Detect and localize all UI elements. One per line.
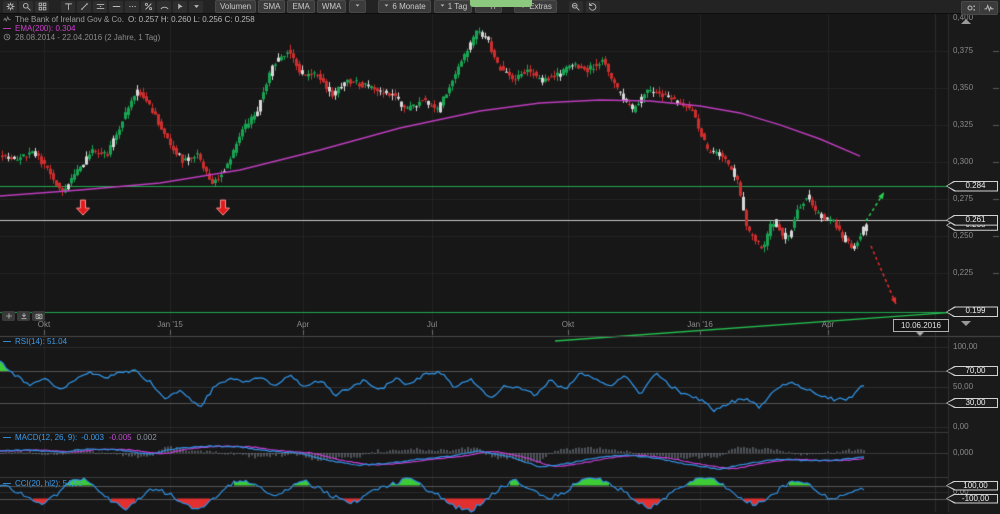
- indicator-button-ema[interactable]: EMA: [287, 0, 314, 13]
- ohlc-values: O: 0.257 H: 0.260 L: 0.256 C: 0.258: [128, 16, 255, 24]
- more-dots-tool-icon: [128, 0, 137, 16]
- extras-label: Extras: [529, 2, 552, 12]
- caret-down-button[interactable]: [189, 1, 203, 13]
- search-button[interactable]: [19, 1, 33, 13]
- rsi-legend-text: RSI(14): 51.04: [15, 337, 67, 346]
- time-axis-label: Okt: [562, 320, 574, 329]
- axis-scroll-up-icon[interactable]: [961, 19, 971, 24]
- price-level-tag[interactable]: 0.284: [946, 181, 998, 192]
- timeframe-button[interactable]: 6 Monate: [378, 0, 430, 13]
- download-button[interactable]: [17, 311, 30, 321]
- price-axis-label: 100,00: [953, 343, 993, 351]
- time-axis-label: Apr: [297, 320, 309, 329]
- chart-legend: The Bank of Ireland Gov & Co. O: 0.257 H…: [3, 16, 255, 43]
- price-axis-label: 0,400: [953, 14, 993, 22]
- text-tool-button[interactable]: [61, 1, 75, 13]
- interval-button[interactable]: 1 Tag: [434, 0, 472, 13]
- chart-settings-button[interactable]: [961, 1, 980, 15]
- price-level-tag-text: 0.284: [955, 181, 996, 192]
- notification-popup[interactable]: [470, 0, 532, 7]
- gear-icon: [6, 0, 15, 16]
- axis-scroll-down-icon[interactable]: [961, 321, 971, 326]
- ema-legend: EMA(200): 0.304: [15, 25, 75, 33]
- undo-button[interactable]: [586, 1, 600, 13]
- rsi-level-tag-text: 30,00: [955, 398, 996, 408]
- macd-value-0: -0.003: [81, 433, 104, 442]
- search-icon: [22, 0, 31, 16]
- grid-button[interactable]: [35, 1, 49, 13]
- indicator-button-volumen[interactable]: Volumen: [215, 0, 256, 13]
- snapshot-button[interactable]: [32, 311, 45, 321]
- price-axis-label: 0,350: [953, 84, 993, 92]
- fib-tool-icon: [96, 0, 105, 16]
- time-axis-label: Jan '15: [157, 320, 183, 329]
- indicator-button-sma[interactable]: SMA: [258, 0, 285, 13]
- price-level-tag[interactable]: 0.199: [946, 306, 998, 317]
- caret-down-icon: [192, 0, 201, 16]
- cci-legend: — CCI(20, hl2): 54,53: [3, 479, 83, 488]
- price-axis-label: 0,375: [953, 47, 993, 55]
- price-axis-label: 0,300: [953, 158, 993, 166]
- cci-legend-dash: —: [3, 479, 11, 488]
- price-axis-label: 0,000: [953, 449, 993, 457]
- projection-date-tag[interactable]: 10.06.2016: [893, 319, 949, 332]
- hline-tool-button[interactable]: [109, 1, 123, 13]
- price-axis-label: 0,275: [953, 195, 993, 203]
- price-axis-label: 50,00: [953, 383, 993, 391]
- stream-mode-button[interactable]: [979, 1, 998, 15]
- text-tool-icon: [64, 0, 73, 16]
- price-axis-label: 0,00: [953, 423, 993, 431]
- price-level-tag-text: 0.261: [955, 215, 996, 226]
- rsi-legend: — RSI(14): 51.04: [3, 337, 67, 346]
- interval-label: 1 Tag: [448, 2, 467, 12]
- price-axis-label: 0,225: [953, 269, 993, 277]
- pencil-tool-icon: [80, 0, 89, 16]
- rsi-level-tag[interactable]: 70,00: [946, 366, 998, 376]
- cci-level-tag-text: -100,00: [955, 494, 996, 504]
- more-dots-tool-button[interactable]: [125, 1, 139, 13]
- rsi-level-tag-text: 70,00: [955, 366, 996, 376]
- macd-legend: — MACD(12, 26, 9): -0.003 -0.005 0.002: [3, 433, 157, 442]
- hline-tool-icon: [112, 0, 121, 16]
- cursor-tool-button[interactable]: [173, 1, 187, 13]
- timeframe-label: 6 Monate: [392, 2, 425, 12]
- macd-value-1: -0.005: [109, 433, 132, 442]
- grid-icon: [38, 0, 47, 16]
- indicator-button-wma[interactable]: WMA: [317, 0, 347, 13]
- cci-level-tag[interactable]: 100,00: [946, 481, 998, 491]
- percent-tool-button[interactable]: [141, 1, 155, 13]
- price-axis-label: 0,325: [953, 121, 993, 129]
- chart-application: VolumenSMAEMAWMA 6 Monate 1 Tag Extras T…: [0, 0, 1000, 514]
- add-panel-button[interactable]: [2, 311, 15, 321]
- cci-level-tag[interactable]: -100,00: [946, 494, 998, 504]
- ema-legend-dash: —: [3, 25, 11, 33]
- rsi-legend-dash: —: [3, 337, 11, 346]
- macd-legend-text: MACD(12, 26, 9):: [15, 433, 77, 442]
- price-axis-label: 0,250: [953, 232, 993, 240]
- macd-legend-dash: —: [3, 433, 11, 442]
- arc-tool-icon: [160, 0, 169, 16]
- arc-tool-button[interactable]: [157, 1, 171, 13]
- gear-button[interactable]: [3, 1, 17, 13]
- instrument-title: The Bank of Ireland Gov & Co.: [15, 16, 124, 24]
- pencil-tool-button[interactable]: [77, 1, 91, 13]
- time-axis-label: Okt: [38, 320, 50, 329]
- cci-level-tag-text: 100,00: [955, 481, 996, 491]
- cci-legend-text: CCI(20, hl2): 54,53: [15, 479, 83, 488]
- percent-tool-icon: [144, 0, 153, 16]
- zoom-out-button[interactable]: [569, 1, 583, 13]
- period-label: 28.08.2014 - 22.04.2016 (2 Jahre, 1 Tag): [15, 34, 160, 42]
- time-axis-label: Jan '16: [687, 320, 713, 329]
- fib-tool-button[interactable]: [93, 1, 107, 13]
- price-level-tag[interactable]: 0.261: [946, 215, 998, 226]
- time-axis-label: Apr: [822, 320, 834, 329]
- macd-value-2: 0.002: [137, 433, 157, 442]
- rsi-level-tag[interactable]: 30,00: [946, 398, 998, 408]
- price-level-tag-text: 0.199: [955, 306, 996, 317]
- cursor-tool-icon: [176, 0, 185, 16]
- add-indicator-button[interactable]: [349, 0, 366, 13]
- clock-icon: [3, 33, 11, 43]
- time-axis-label: Jul: [427, 320, 437, 329]
